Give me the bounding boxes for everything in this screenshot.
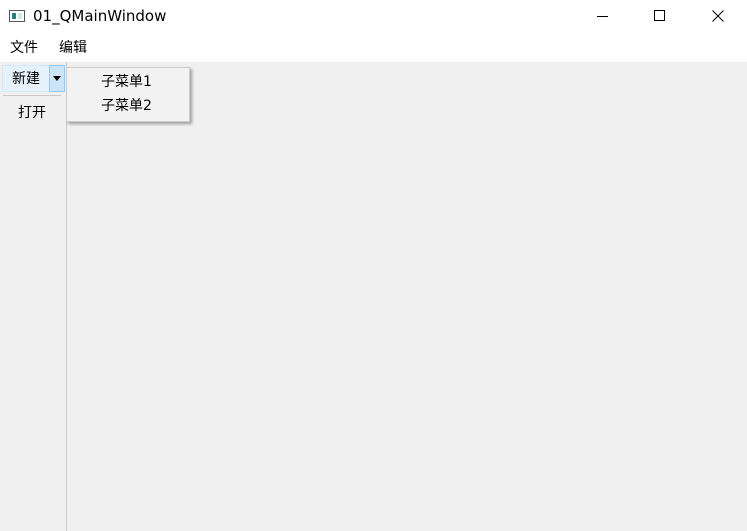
toolbar-separator (3, 95, 61, 96)
title-bar[interactable]: 01_QMainWindow (0, 0, 747, 33)
central-area (0, 62, 747, 531)
menu-edit[interactable]: 编辑 (59, 39, 87, 57)
menu-item-submenu-1[interactable]: 子菜单1 (101, 73, 152, 91)
new-tool-label: 新建 (12, 71, 40, 87)
maximize-button[interactable] (636, 0, 682, 32)
main-window: 01_QMainWindow 文件 编辑 新建 打开 子菜单1 子菜单2 (0, 0, 747, 531)
maximize-icon (654, 10, 665, 21)
new-tool-button[interactable]: 新建 (2, 65, 50, 92)
toolbar: 新建 打开 (0, 62, 67, 531)
new-dropdown-menu: 子菜单1 子菜单2 (66, 67, 190, 122)
window-title: 01_QMainWindow (33, 7, 167, 25)
close-icon (712, 10, 724, 22)
open-tool-button[interactable]: 打开 (18, 104, 46, 122)
menu-item-submenu-2[interactable]: 子菜单2 (101, 97, 152, 115)
new-menu-arrow-button[interactable] (49, 65, 65, 92)
app-icon (9, 10, 25, 22)
menu-file[interactable]: 文件 (10, 39, 38, 57)
menu-bar: 文件 编辑 (0, 33, 747, 62)
minimize-button[interactable] (580, 0, 626, 32)
close-button[interactable] (695, 0, 741, 32)
minimize-icon (597, 16, 608, 17)
